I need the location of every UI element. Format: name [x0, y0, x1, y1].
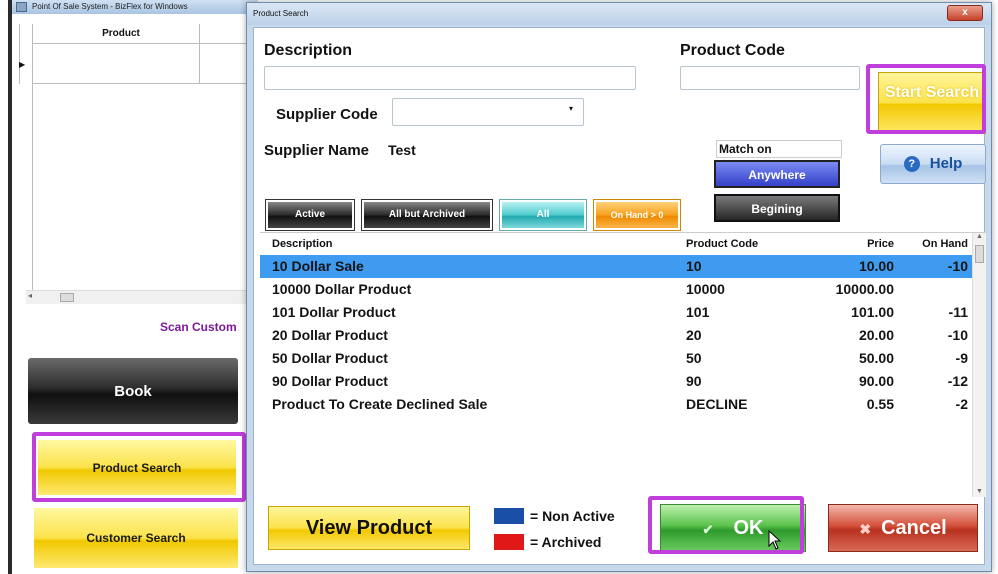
filter-all-but-archived-button[interactable]: All but Archived	[361, 199, 493, 231]
vertical-scrollbar[interactable]: ▲ ▼	[972, 233, 986, 497]
filter-all-button[interactable]: All	[499, 199, 587, 231]
column-header-product-code[interactable]: Product Code	[686, 238, 758, 250]
checkmark-icon: ✔	[702, 522, 714, 537]
cell-price: 50.00	[858, 350, 894, 366]
main-window-titlebar: Point Of Sale System - BizFlex for Windo…	[12, 0, 258, 14]
table-row[interactable]: 10000 Dollar Product 10000 10000.00	[260, 278, 972, 301]
cell-price: 10.00	[858, 258, 894, 274]
table-row[interactable]: 20 Dollar Product 20 20.00 -10	[260, 324, 972, 347]
supplier-name-label: Supplier Name	[264, 142, 370, 159]
product-search-dialog: Product Search x Description Product Cod…	[246, 2, 992, 572]
cell-price: 20.00	[858, 327, 894, 343]
cell-description: 50 Dollar Product	[272, 350, 388, 366]
column-header-description[interactable]: Description	[272, 238, 333, 250]
product-code-input[interactable]	[680, 66, 860, 90]
close-button[interactable]: x	[947, 5, 983, 21]
customer-search-button[interactable]: Customer Search	[34, 508, 238, 568]
cell-on-hand: -2	[955, 396, 968, 412]
product-grid-rows: 10 Dollar Sale 10 10.00 -10 10000 Dollar Pro…	[260, 255, 972, 416]
app-icon	[16, 2, 27, 12]
cell-price: 0.55	[866, 396, 894, 412]
cell-product-code: 50	[686, 350, 702, 366]
cell-description: 10 Dollar Sale	[272, 258, 364, 274]
cell-description: 10000 Dollar Product	[272, 281, 412, 297]
scroll-down-icon[interactable]: ▼	[976, 488, 983, 495]
order-grid-header: Product	[33, 24, 258, 44]
match-on-label: Match on	[716, 140, 842, 158]
help-button[interactable]: ? Help	[880, 144, 986, 184]
supplier-code-select[interactable]: ▾	[392, 98, 584, 126]
product-grid: Description Product Code Price On Hand ▶…	[260, 232, 986, 497]
dialog-body: Description Product Code Start Search Su…	[253, 27, 986, 565]
archived-swatch	[494, 534, 524, 550]
table-row[interactable]: 50 Dollar Product 50 50.00 -9	[260, 347, 972, 370]
ok-button[interactable]: ✔ OK	[660, 504, 806, 552]
cell-product-code: 10000	[686, 281, 725, 297]
product-grid-header: Description Product Code Price On Hand	[260, 233, 972, 253]
scan-customer-label: Scan Custom	[160, 320, 237, 334]
book-button[interactable]: Book	[28, 358, 238, 424]
scrollbar-thumb[interactable]	[60, 293, 74, 302]
horizontal-scrollbar[interactable]: ◂	[26, 290, 258, 304]
scroll-left-icon[interactable]: ◂	[28, 291, 32, 300]
cancel-x-icon: ✖	[859, 521, 872, 537]
order-grid: Product ▶	[19, 24, 258, 294]
cell-on-hand: -12	[947, 373, 968, 389]
scroll-up-icon[interactable]: ▲	[976, 233, 983, 240]
cell-description: 90 Dollar Product	[272, 373, 388, 389]
cell-on-hand: -10	[947, 327, 968, 343]
filter-active-button[interactable]: Active	[265, 199, 355, 231]
scrollbar-thumb[interactable]	[975, 245, 984, 263]
cell-on-hand: -9	[955, 350, 968, 366]
cell-price: 101.00	[851, 304, 894, 320]
dialog-title: Product Search	[253, 9, 309, 18]
product-code-label: Product Code	[680, 42, 785, 59]
column-header-price[interactable]: Price	[867, 238, 894, 250]
view-product-button[interactable]: View Product	[268, 506, 470, 550]
cell-price: 10000.00	[835, 281, 894, 297]
supplier-code-label: Supplier Code	[276, 106, 378, 123]
dialog-titlebar: Product Search x	[247, 3, 991, 25]
column-header-product: Product	[102, 28, 140, 39]
cell-product-code: 20	[686, 327, 702, 343]
mouse-cursor-icon	[768, 530, 782, 550]
cell-product-code: 101	[686, 304, 710, 320]
cell-product-code: DECLINE	[686, 396, 748, 412]
table-row[interactable]: 90 Dollar Product 90 90.00 -12	[260, 370, 972, 393]
cell-on-hand: -10	[947, 258, 968, 274]
help-label: Help	[929, 155, 963, 172]
legend-archived: = Archived	[530, 534, 602, 550]
description-label: Description	[264, 42, 353, 59]
cell-product-code: 10	[686, 258, 702, 274]
column-header-on-hand[interactable]: On Hand	[922, 238, 968, 250]
match-anywhere-button[interactable]: Anywhere	[714, 160, 840, 188]
match-begining-button[interactable]: Begining	[714, 194, 840, 222]
close-icon: x	[962, 7, 968, 18]
chevron-down-icon[interactable]: ▾	[569, 104, 573, 113]
row-pointer-icon: ▶	[19, 60, 26, 69]
product-search-button[interactable]: Product Search	[38, 440, 236, 495]
main-window-title: Point Of Sale System - BizFlex for Windo…	[32, 2, 188, 11]
cell-product-code: 90	[686, 373, 702, 389]
cell-on-hand: -11	[948, 304, 968, 320]
help-icon: ?	[903, 156, 920, 173]
cell-description: 101 Dollar Product	[272, 304, 396, 320]
cell-description: 20 Dollar Product	[272, 327, 388, 343]
ok-label: OK	[733, 517, 764, 539]
cancel-button[interactable]: ✖ Cancel	[828, 504, 978, 552]
table-row[interactable]: 101 Dollar Product 101 101.00 -11	[260, 301, 972, 324]
cancel-label: Cancel	[881, 517, 947, 539]
non-active-swatch	[494, 508, 524, 524]
filter-on-hand-button[interactable]: On Hand > 0	[593, 199, 681, 231]
legend-non-active: = Non Active	[530, 508, 615, 524]
cell-price: 90.00	[858, 373, 894, 389]
cell-description: Product To Create Declined Sale	[272, 396, 488, 412]
supplier-name-value: Test	[388, 142, 416, 158]
table-row[interactable]	[33, 44, 258, 84]
table-row[interactable]: 10 Dollar Sale 10 10.00 -10	[260, 255, 972, 278]
table-row[interactable]: Product To Create Declined Sale DECLINE 0.…	[260, 393, 972, 416]
description-input[interactable]	[264, 66, 636, 90]
start-search-button[interactable]: Start Search	[878, 72, 986, 134]
